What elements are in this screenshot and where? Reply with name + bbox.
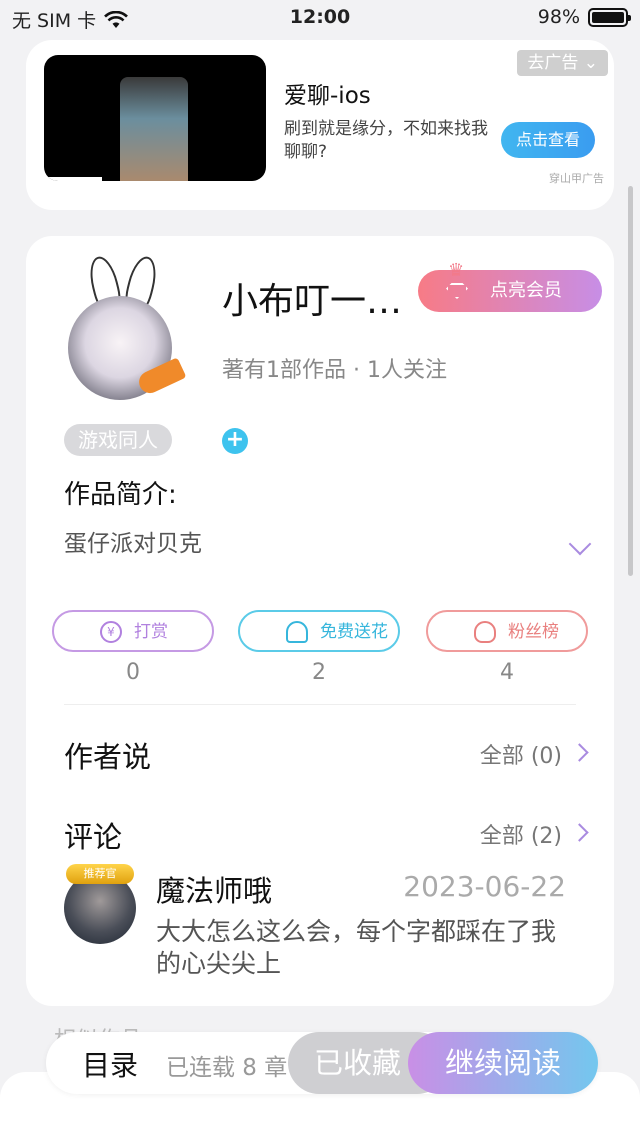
send-flower-label: 免费送花 bbox=[320, 622, 388, 642]
status-bar: 无 SIM 卡 12:00 98% bbox=[0, 0, 640, 36]
ad-video-person bbox=[120, 77, 188, 181]
fan-ranking-label: 粉丝榜 bbox=[508, 622, 559, 642]
comment-date: 2023-06-22 bbox=[403, 870, 566, 903]
bottom-action-bar: 目录 已连载 8 章 已收藏 继续阅读 bbox=[46, 1032, 598, 1094]
reward-label: 打赏 bbox=[134, 622, 168, 642]
ad-view-button[interactable]: 点击查看 bbox=[501, 122, 595, 158]
commenter-name[interactable]: 魔法师哦 bbox=[156, 868, 272, 910]
scrollbar[interactable] bbox=[628, 186, 633, 576]
author-name[interactable]: 小布叮一… bbox=[222, 272, 416, 324]
ad-title: 爱聊-ios bbox=[284, 83, 371, 109]
chevron-right-icon[interactable] bbox=[570, 743, 589, 762]
ad-progress-bar bbox=[44, 177, 102, 181]
send-flower-button[interactable]: 免费送花 bbox=[238, 610, 400, 652]
comments-all-link[interactable]: 全部 (2) bbox=[480, 818, 562, 850]
ad-thumbnail[interactable] bbox=[44, 55, 266, 181]
ad-card[interactable]: 爱聊-ios 刷到就是缘分，不如来找我聊聊? 点击查看 去广告 ⌄ 穿山甲广告 bbox=[26, 40, 614, 210]
vip-button[interactable]: ♛ 点亮会员 bbox=[418, 260, 602, 312]
intro-text: 蛋仔派对贝克 bbox=[64, 531, 202, 557]
battery-percent: 98% bbox=[537, 6, 580, 28]
diamond-icon bbox=[446, 283, 468, 299]
battery-icon bbox=[588, 7, 631, 27]
ad-close-label: 去广告 bbox=[527, 53, 579, 73]
ad-source: 穿山甲广告 bbox=[549, 172, 604, 185]
yen-coin-icon: ¥ bbox=[100, 621, 122, 643]
fan-user-icon bbox=[474, 621, 496, 643]
comments-heading: 评论 bbox=[64, 820, 123, 854]
serial-status: 已连载 8 章 bbox=[166, 1055, 288, 1081]
reward-button[interactable]: ¥ 打赏 bbox=[52, 610, 214, 652]
genre-tag[interactable]: 游戏同人 bbox=[64, 424, 172, 456]
status-right: 98% bbox=[537, 6, 631, 28]
ad-close-button[interactable]: 去广告 ⌄ bbox=[517, 50, 608, 76]
author-avatar[interactable] bbox=[64, 253, 187, 400]
recommender-badge: 推荐官 bbox=[66, 864, 134, 884]
continue-reading-button[interactable]: 继续阅读 bbox=[408, 1032, 598, 1094]
vip-label: 点亮会员 bbox=[490, 280, 562, 301]
flower-count: 2 bbox=[312, 660, 326, 685]
author-stats: 著有1部作品 · 1人关注 bbox=[222, 358, 447, 383]
intro-heading: 作品简介: bbox=[64, 480, 177, 510]
comment-text[interactable]: 大大怎么这么会，每个字都踩在了我的心尖尖上 bbox=[156, 916, 556, 980]
divider bbox=[64, 704, 576, 705]
chevron-right-icon[interactable] bbox=[570, 823, 589, 842]
reward-count: 0 bbox=[126, 660, 140, 685]
author-says-all-link[interactable]: 全部 (0) bbox=[480, 738, 562, 770]
fan-count: 4 bbox=[500, 660, 514, 685]
fan-ranking-button[interactable]: 粉丝榜 bbox=[426, 610, 588, 652]
chevron-down-icon: ⌄ bbox=[583, 53, 598, 73]
work-info-card: 小布叮一… ♛ 点亮会员 著有1部作品 · 1人关注 游戏同人 + 作品简介: … bbox=[26, 236, 614, 1006]
flower-icon bbox=[286, 621, 308, 643]
expand-intro-icon[interactable] bbox=[568, 532, 592, 556]
add-tag-button[interactable]: + bbox=[222, 428, 248, 454]
ad-description: 刷到就是缘分，不如来找我聊聊? bbox=[284, 119, 488, 162]
toc-button[interactable]: 目录 bbox=[82, 1044, 138, 1084]
author-says-heading: 作者说 bbox=[64, 740, 152, 774]
